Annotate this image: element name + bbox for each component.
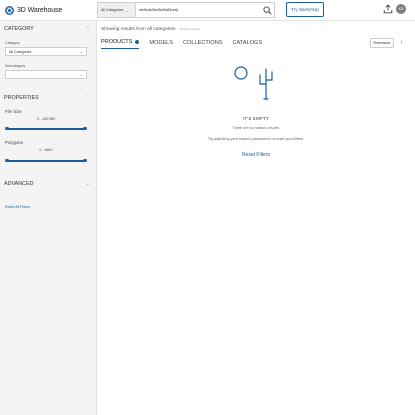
search-category-select[interactable]: All Categories ⌄ bbox=[98, 3, 136, 17]
try-sketchup-button[interactable]: Try SketchUp bbox=[286, 2, 324, 17]
polygons-max-handle[interactable] bbox=[83, 159, 87, 163]
empty-hint: Try adjusting your search parameters or … bbox=[207, 137, 305, 141]
category-heading: CATEGORY bbox=[4, 26, 34, 32]
results-count: (0 items found) bbox=[179, 27, 200, 31]
empty-message: There are no search results. bbox=[232, 126, 280, 130]
empty-title: IT'S EMPTY bbox=[242, 116, 269, 121]
file-size-range: 0 - 150 MB bbox=[37, 117, 55, 121]
chevron-down-icon: ⌄ bbox=[79, 49, 83, 54]
category-select[interactable]: All Categories ⌄ bbox=[5, 47, 87, 56]
reset-all-filters-link[interactable]: Reset All Filters bbox=[5, 205, 30, 209]
filter-sidebar: CATEGORY ⌃ Category All Categories ⌄ Sub… bbox=[0, 21, 97, 415]
chevron-down-icon: ⌄ bbox=[79, 72, 83, 77]
file-size-label: File Size bbox=[5, 109, 22, 114]
category-select-value: All Categories bbox=[9, 49, 32, 54]
tab-models-label: MODELS bbox=[149, 39, 174, 46]
file-size-slider[interactable] bbox=[7, 128, 85, 130]
search-category-label: All Categories bbox=[101, 8, 124, 12]
tab-products[interactable]: PRODUCTS bbox=[101, 39, 140, 49]
results-text: Showing results from all categories bbox=[101, 27, 176, 32]
sort-direction-icon[interactable]: ↓ bbox=[400, 39, 403, 45]
polygons-range: 0 - MAX bbox=[39, 148, 53, 152]
upload-icon[interactable] bbox=[383, 4, 393, 14]
properties-heading: PROPERTIES bbox=[4, 95, 39, 101]
search-bar: All Categories ⌄ bbox=[97, 2, 275, 18]
chevron-up-icon[interactable]: ⌃ bbox=[86, 26, 90, 32]
polygons-min-handle[interactable] bbox=[5, 159, 9, 163]
polygons-slider[interactable] bbox=[7, 160, 85, 162]
top-bar: 3D Warehouse All Categories ⌄ Try Sketch… bbox=[0, 0, 415, 21]
advanced-heading: ADVANCED bbox=[4, 181, 34, 187]
chevron-down-icon: ⌄ bbox=[125, 7, 129, 13]
tab-catalogs[interactable]: CATALOGS bbox=[233, 39, 263, 49]
avatar[interactable]: KS bbox=[396, 4, 406, 14]
tab-models[interactable]: MODELS bbox=[149, 39, 173, 49]
file-size-max-handle[interactable] bbox=[83, 127, 87, 131]
warehouse-logo-icon bbox=[5, 6, 14, 15]
results-summary: Showing results from all categories (0 i… bbox=[101, 27, 200, 32]
polygons-label: Polygons bbox=[5, 140, 24, 145]
tab-catalogs-label: CATALOGS bbox=[232, 39, 263, 46]
empty-state-illustration bbox=[234, 66, 273, 100]
category-section-header[interactable]: CATEGORY ⌃ bbox=[4, 26, 90, 32]
category-label: Category bbox=[5, 41, 20, 45]
chevron-up-icon[interactable]: ⌃ bbox=[86, 95, 90, 101]
file-size-min-handle[interactable] bbox=[5, 127, 9, 131]
advanced-section-header[interactable]: ADVANCED ⌄ bbox=[4, 181, 90, 187]
result-tabs: PRODUCTS MODELS COLLECTIONS CATALOGS bbox=[101, 39, 272, 49]
results-panel: Showing results from all categories (0 i… bbox=[97, 21, 415, 415]
sort-select[interactable]: Relevance bbox=[370, 38, 394, 48]
search-icon bbox=[262, 5, 272, 15]
active-dot-icon bbox=[135, 40, 140, 44]
tab-collections[interactable]: COLLECTIONS bbox=[183, 39, 222, 49]
chevron-down-icon[interactable]: ⌄ bbox=[86, 181, 90, 187]
properties-section-header[interactable]: PROPERTIES ⌃ bbox=[4, 95, 90, 101]
logo-text: 3D Warehouse bbox=[17, 7, 63, 14]
reset-filters-link[interactable]: Reset Filters bbox=[97, 152, 415, 158]
tab-products-label: PRODUCTS bbox=[101, 39, 133, 45]
subcategory-label: Subcategory bbox=[5, 64, 26, 68]
search-input[interactable] bbox=[136, 3, 260, 17]
search-button[interactable] bbox=[260, 3, 274, 17]
subcategory-select[interactable]: ⌄ bbox=[5, 70, 87, 79]
tab-collections-label: COLLECTIONS bbox=[183, 39, 223, 46]
logo[interactable]: 3D Warehouse bbox=[5, 5, 62, 16]
